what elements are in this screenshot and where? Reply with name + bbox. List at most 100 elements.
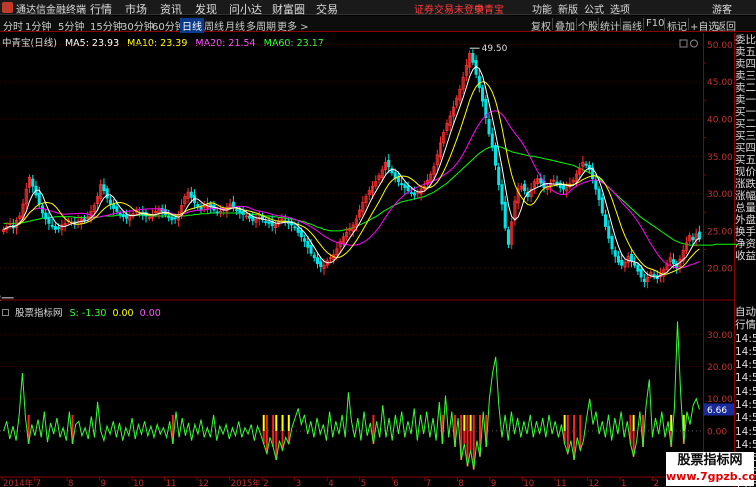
indicator-current-value: 6.66 [707,406,727,416]
quote-side-panel: 委比 卖五 卖四 卖三 卖二 卖一 买一 买二 买三 买四 买五 现价 涨跌 涨幅 总量 外盘 换手 净资 收益 [735,34,756,262]
tick-time-label: 14:50 [735,425,756,438]
candle-body [629,253,633,262]
time-tick-label: 9 [491,479,496,487]
quote-field-label: 现价 [735,166,756,178]
candle [60,219,64,236]
candle [477,69,481,93]
candle-body [170,217,174,221]
tick-time-label: 14:50 [735,332,756,345]
candle-body [387,160,391,168]
candle-body [312,254,316,259]
indicator-s-value: S: -1.30 [69,308,107,319]
price-tick-label: 50.00 [707,41,733,51]
candle-body [584,163,588,166]
candle-body [267,221,271,224]
time-axis-labels: 2014年 7 8 9 10 11 12 2015年 2 3 4 5 6 7 8 9 10 11 12 1 2 [1,477,659,487]
time-tick-label: 9 [101,479,106,487]
high-price-label: 49.50 [482,44,508,54]
candle [2,226,6,235]
candle [461,72,465,94]
candle [536,174,540,187]
candle-body [613,250,617,257]
candle-body [594,180,598,190]
candle-body [105,188,109,199]
candle [34,180,38,199]
panel-control-icons[interactable] [679,39,698,48]
candle-body [238,209,242,214]
indicator-s-line [3,321,700,470]
candle [128,209,132,227]
candle-body [112,203,116,209]
candle [383,157,388,176]
candle [390,165,394,176]
candle [348,223,352,236]
candle-body [691,236,695,241]
candle [82,214,87,224]
candle [471,49,475,66]
candle [484,95,488,125]
quote-field-label: 卖三 [735,70,756,82]
price-tick-label: 40.00 [707,116,733,126]
candlestick-series [2,49,701,289]
candle-body [636,264,640,272]
price-tick-label: 45.00 [707,78,733,88]
candle-body [199,206,203,210]
candle-body [639,268,643,278]
candle-body [633,262,637,266]
candle-body [539,178,543,184]
candle-body [487,119,491,135]
time-tick-label: 10 [523,479,534,487]
candle [600,193,604,216]
candle [367,186,371,201]
candle [584,161,588,169]
candle [607,220,611,244]
indicator-box-icon[interactable] [2,309,9,316]
candle [510,217,514,250]
candle [500,179,504,211]
candle-body [403,184,407,189]
candle [144,209,148,223]
quote-field-label: 买三 [735,130,756,142]
candle [684,236,688,255]
quote-field-label: 换手 [735,226,756,238]
candle-body [303,238,307,242]
candle-body [296,227,300,233]
indicator-tick-label: 30.00 [707,331,733,341]
candle-body [409,192,413,194]
minimize-icon[interactable] [679,39,688,48]
candle [241,205,245,222]
candle-body [167,215,171,218]
time-tick-label: 7 [36,479,41,487]
indicator-v1: 0.00 [112,308,134,319]
tick-time-label: 14:50 [735,372,756,385]
candle-body [671,259,676,265]
time-tick-label: 10 [133,479,144,487]
indicator-legend: 股票指标网 S: -1.30 0.00 0.00 [2,305,161,319]
low-price-label: 16.02 [0,294,1,304]
candle [254,213,258,228]
candle-body [31,178,35,187]
settings-icon[interactable] [690,39,698,48]
indicator-v2: 0.00 [139,308,161,319]
candle [681,245,685,265]
tick-time-label: 14:50 [735,345,756,358]
candle [652,270,656,280]
candle [497,163,501,191]
candle-body [121,214,125,218]
candle [613,246,617,263]
indicator-title: 股票指标网 [15,308,63,319]
kline-chart[interactable]: 50.0045.0040.0035.0030.0025.0020.00 49.5… [0,0,756,487]
candle-body [125,214,129,219]
candle-body [264,221,268,223]
candle [516,182,520,210]
quote-field-label: 卖五 [735,46,756,58]
candle [523,180,527,195]
candle [50,218,54,230]
candle [108,195,112,210]
candle-body [500,184,504,205]
candle [665,259,669,273]
candle [44,208,48,225]
candle-body [642,278,646,282]
candle [364,193,368,208]
candle-body [396,176,400,183]
